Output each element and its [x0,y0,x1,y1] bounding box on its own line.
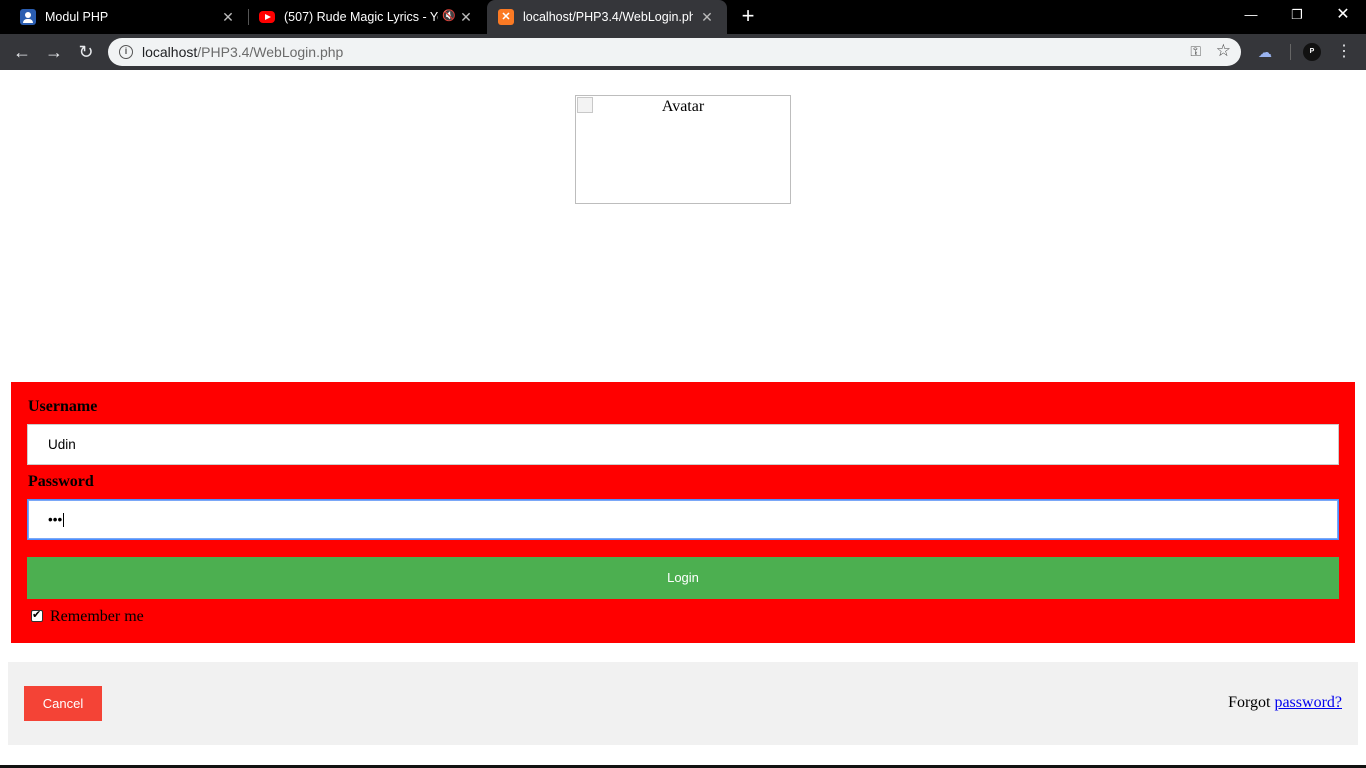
tab-title: localhost/PHP3.4/WebLogin.php [523,10,693,24]
close-icon[interactable]: ✕ [699,9,715,25]
forgot-password: Forgot password? [1228,694,1342,712]
minimize-icon[interactable]: — [1228,0,1274,30]
kebab-menu-icon[interactable]: ⋮ [1336,42,1352,62]
username-value: Udin [48,437,76,452]
remember-me[interactable]: Remember me [31,608,144,626]
google-doc-icon [20,9,36,25]
key-icon[interactable]: ⚿ [1190,43,1201,60]
xampp-icon [498,9,514,25]
login-form: Username Udin Password ••• Login Remembe… [11,382,1355,643]
username-field[interactable]: Udin [27,424,1339,465]
back-arrow-icon[interactable]: ← [10,40,34,64]
forgot-text: Forgot [1228,694,1271,711]
url-path: /PHP3.4/WebLogin.php [197,44,344,60]
profile-avatar[interactable]: P [1303,43,1321,61]
cancel-button[interactable]: Cancel [24,686,102,721]
tab-weblogin[interactable]: localhost/PHP3.4/WebLogin.php ✕ [487,0,727,34]
close-icon[interactable]: ✕ [458,9,474,25]
tab-modul-php[interactable]: Modul PHP ✕ [0,0,249,34]
password-value: ••• [48,512,63,527]
reload-icon[interactable]: ↻ [74,40,98,64]
text-caret [63,513,65,528]
speaker-muted-icon[interactable]: 🔇 [442,9,456,22]
youtube-icon [259,11,275,23]
bookmark-star-icon[interactable]: ☆ [1216,41,1231,61]
window-close-icon[interactable]: ✕ [1320,0,1366,30]
tab-strip: Modul PHP ✕ (507) Rude Magic Lyrics - Yo… [0,0,1366,34]
toolbar-separator [1290,44,1291,60]
browser-toolbar: ← → ↻ i localhost/PHP3.4/WebLogin.php ⚿ … [0,34,1366,70]
remember-label: Remember me [50,608,144,625]
new-tab-plus-icon[interactable]: + [737,5,759,27]
password-label: Password [28,473,94,490]
forward-arrow-icon[interactable]: → [42,40,66,64]
page-content: Avatar Username Udin Password ••• Login … [0,70,1366,768]
address-bar[interactable]: i localhost/PHP3.4/WebLogin.php ⚿ ☆ [108,38,1241,66]
restore-icon[interactable]: ❐ [1274,0,1320,30]
url-text[interactable]: localhost/PHP3.4/WebLogin.php [142,44,343,60]
tab-title: (507) Rude Magic Lyrics - You [284,10,438,24]
login-button[interactable]: Login [27,557,1339,599]
form-footer: Cancel Forgot password? [8,662,1358,745]
avatar-alt-text: Avatar [661,98,705,115]
forgot-password-link[interactable]: password? [1274,694,1342,711]
password-field[interactable]: ••• [27,499,1339,540]
url-host: localhost [142,44,198,60]
tab-title: Modul PHP [45,10,109,24]
avatar-image: Avatar [575,95,791,204]
close-icon[interactable]: ✕ [220,9,236,25]
remember-checkbox[interactable] [31,608,43,622]
info-icon[interactable]: i [119,45,133,59]
tab-youtube[interactable]: (507) Rude Magic Lyrics - You 🔇 ✕ [249,0,486,34]
username-label: Username [28,398,98,415]
cloud-extension-icon[interactable]: ☁ [1255,42,1275,62]
